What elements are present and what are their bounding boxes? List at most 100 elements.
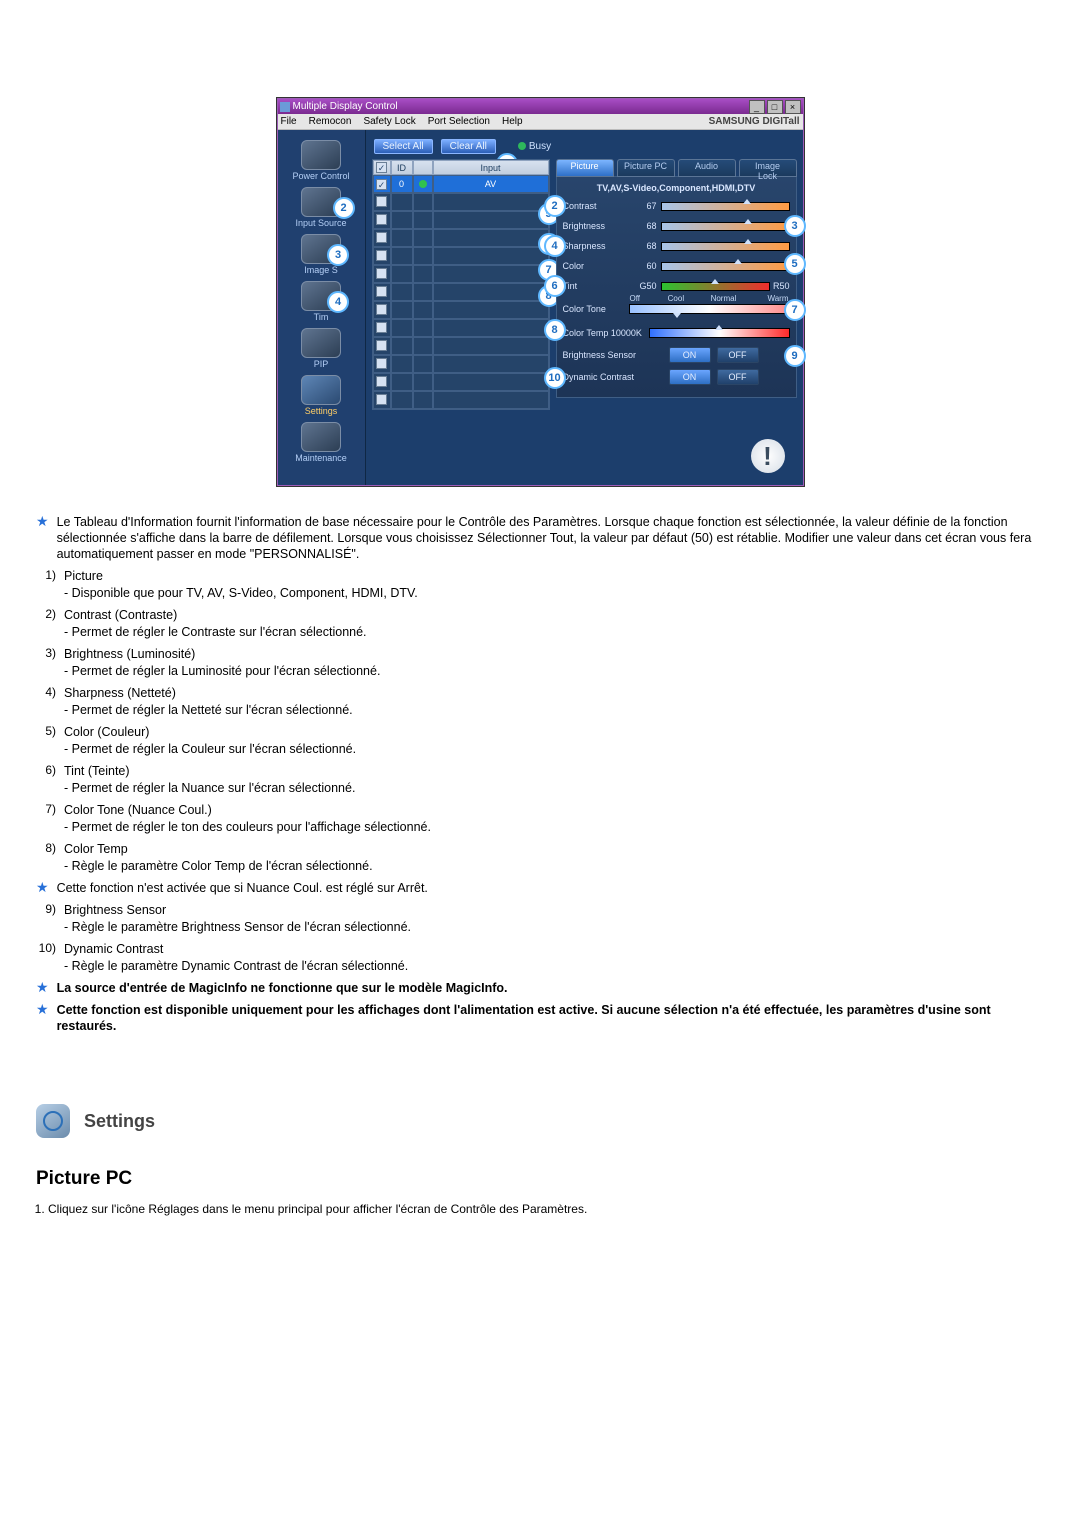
table-row[interactable]	[373, 355, 549, 373]
note-star: ★La source d'entrée de MagicInfo ne fonc…	[36, 980, 1044, 996]
checkbox[interactable]	[376, 214, 387, 225]
dynamic-off-button[interactable]: OFF	[717, 369, 759, 385]
list-item: 3)Brightness (Luminosité)- Permet de rég…	[36, 646, 1044, 679]
sidebar-item-input[interactable]: Input Source2	[295, 187, 346, 228]
sidebar-item-pip[interactable]: PIP	[301, 328, 341, 369]
pip-icon	[301, 328, 341, 358]
brightness-slider[interactable]	[661, 222, 790, 231]
list-item: 5)Color (Couleur)- Permet de régler la C…	[36, 724, 1044, 757]
contrast-slider[interactable]	[661, 202, 790, 211]
menu-file[interactable]: File	[281, 116, 297, 127]
list-item: 1)Picture- Disponible que pour TV, AV, S…	[36, 568, 1044, 601]
checkbox[interactable]	[376, 179, 387, 190]
list-item: 7)Color Tone (Nuance Coul.)- Permet de r…	[36, 802, 1044, 835]
checkbox-header[interactable]	[376, 162, 387, 173]
menubar: File Remocon Safety Lock Port Selection …	[278, 114, 803, 130]
sidebar-item-maintenance[interactable]: Maintenance	[295, 422, 347, 463]
select-all-button[interactable]: Select All	[374, 139, 433, 154]
list-item: 2)Contrast (Contraste)- Permet de régler…	[36, 607, 1044, 640]
busy-indicator: Busy	[518, 141, 551, 152]
app-title: Multiple Display Control	[293, 101, 398, 112]
star-icon: ★	[36, 1002, 49, 1034]
sidebar: Power Control Input Source2 Image S3 Tim…	[278, 130, 366, 485]
checkbox[interactable]	[376, 196, 387, 207]
checkbox[interactable]	[376, 232, 387, 243]
checkbox[interactable]	[376, 286, 387, 297]
row-label: Color	[563, 261, 629, 271]
device-grid: ID Input 0 AV	[372, 159, 550, 479]
row-label: Brightness	[563, 221, 629, 231]
menu-safety[interactable]: Safety Lock	[363, 116, 415, 127]
checkbox[interactable]	[376, 358, 387, 369]
tab-picture-pc[interactable]: Picture PC	[617, 159, 675, 177]
sidebar-item-time[interactable]: Tim4	[301, 281, 341, 322]
minimize-icon[interactable]: _	[749, 100, 765, 114]
color-slider[interactable]	[661, 262, 790, 271]
table-row[interactable]	[373, 283, 549, 301]
table-row[interactable]	[373, 373, 549, 391]
star-icon: ★	[36, 880, 49, 896]
list-item: 6)Tint (Teinte)- Permet de régler la Nua…	[36, 763, 1044, 796]
sidebar-item-settings[interactable]: Settings	[301, 375, 341, 416]
menu-port[interactable]: Port Selection	[428, 116, 490, 127]
brightness-sensor-on-button[interactable]: ON	[669, 347, 711, 363]
source-list: TV,AV,S-Video,Component,HDMI,DTV	[563, 183, 790, 193]
tab-picture[interactable]: Picture	[556, 159, 614, 177]
brand-label: SAMSUNG DIGITall	[709, 116, 800, 127]
table-row[interactable]: 0 AV	[373, 175, 549, 193]
sidebar-item-power[interactable]: Power Control	[292, 140, 349, 181]
table-row[interactable]	[373, 193, 549, 211]
callout-4: 4	[544, 235, 566, 257]
color-temp-slider[interactable]	[649, 328, 790, 338]
table-row[interactable]	[373, 337, 549, 355]
controls-pane: Picture Picture PC Audio Image Lock TV,A…	[556, 159, 797, 479]
tab-audio[interactable]: Audio	[678, 159, 736, 177]
row-label: Color Temp 10000K	[563, 328, 649, 338]
status-dot-icon	[419, 180, 427, 188]
callout-7: 7	[784, 299, 806, 321]
list-item: 4)Sharpness (Netteté)- Permet de régler …	[36, 685, 1044, 718]
sharpness-slider[interactable]	[661, 242, 790, 251]
tab-image-lock[interactable]: Image Lock	[739, 159, 797, 177]
menu-help[interactable]: Help	[502, 116, 523, 127]
checkbox[interactable]	[376, 322, 387, 333]
color-tone-slider[interactable]: Off Cool Normal Warm	[629, 304, 790, 314]
app-window: Multiple Display Control _ □ × File Remo…	[277, 98, 804, 486]
checkbox[interactable]	[376, 376, 387, 387]
close-icon[interactable]: ×	[785, 100, 801, 114]
callout-8: 8	[544, 319, 566, 341]
clear-all-button[interactable]: Clear All	[441, 139, 496, 154]
maintenance-icon	[301, 422, 341, 452]
row-label: Tint	[563, 281, 629, 291]
gear-icon	[301, 375, 341, 405]
menu-remocon[interactable]: Remocon	[309, 116, 352, 127]
brightness-sensor-off-button[interactable]: OFF	[717, 347, 759, 363]
settings-section-icon	[36, 1104, 70, 1138]
table-row[interactable]	[373, 301, 549, 319]
callout-3: 3	[784, 215, 806, 237]
dynamic-on-button[interactable]: ON	[669, 369, 711, 385]
row-label: Dynamic Contrast	[563, 372, 663, 382]
checkbox[interactable]	[376, 268, 387, 279]
table-row[interactable]	[373, 391, 549, 409]
table-row[interactable]	[373, 211, 549, 229]
table-row[interactable]	[373, 229, 549, 247]
checkbox[interactable]	[376, 304, 387, 315]
row-label: Sharpness	[563, 241, 629, 251]
star-icon: ★	[36, 514, 49, 562]
checkbox[interactable]	[376, 340, 387, 351]
tint-slider[interactable]	[661, 282, 770, 291]
callout-5: 5	[784, 253, 806, 275]
checkbox[interactable]	[376, 250, 387, 261]
titlebar: Multiple Display Control _ □ ×	[278, 99, 803, 114]
list-item: Cliquez sur l'icône Réglages dans le men…	[48, 1202, 1044, 1216]
maximize-icon[interactable]: □	[767, 100, 783, 114]
list-item: 9)Brightness Sensor- Règle le paramètre …	[36, 902, 1044, 935]
sidebar-item-image[interactable]: Image S3	[301, 234, 341, 275]
callout-10: 10	[544, 367, 566, 389]
table-row[interactable]	[373, 319, 549, 337]
checkbox[interactable]	[376, 394, 387, 405]
callout-badge: 2	[333, 197, 355, 219]
table-row[interactable]	[373, 247, 549, 265]
table-row[interactable]	[373, 265, 549, 283]
